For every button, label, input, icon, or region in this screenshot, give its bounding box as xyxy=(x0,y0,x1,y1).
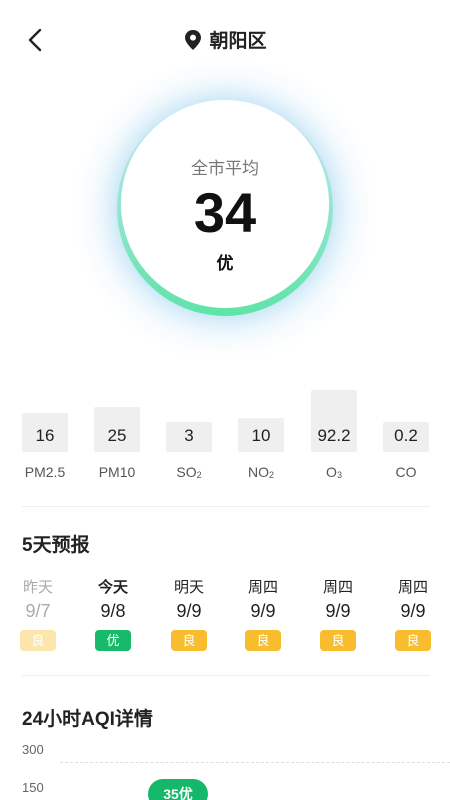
pollutant-value: 10 xyxy=(251,426,271,445)
pollutant-value: 0.2 xyxy=(394,426,418,445)
forecast-level-badge: 良 xyxy=(171,630,207,651)
forecast-day-name: 周四 xyxy=(397,579,428,596)
pollutant-name: SO2 xyxy=(176,464,202,480)
pollutant-value: 16 xyxy=(35,426,55,445)
pollutant-bar: 0.2 xyxy=(383,422,429,452)
pollutant-co: 0.2 CO xyxy=(383,380,431,490)
pollutant-name: CO xyxy=(395,464,417,480)
forecast-day-date: 9/8 xyxy=(100,601,126,621)
average-label: 全市平均 xyxy=(191,159,259,178)
hourly-title: 24小时AQI详情 xyxy=(22,709,153,730)
forecast-level-badge: 良 xyxy=(20,630,56,651)
forecast-list: 昨天 9/7 良 今天 9/8 优 明天 9/9 良 周四 9/9 良 周四 9… xyxy=(0,576,450,656)
grid-line xyxy=(60,762,450,763)
forecast-level-badge: 良 xyxy=(395,630,431,651)
average-value: 34 xyxy=(193,181,257,244)
location-title[interactable]: 朝阳区 xyxy=(0,26,450,53)
pollutant-bar: 10 xyxy=(238,417,284,452)
pollutant-o3: 92.2 O3 xyxy=(311,380,359,490)
forecast-day-date: 9/9 xyxy=(176,601,202,621)
y-tick-label: 300 xyxy=(22,742,44,757)
aqi-average-circle: 全市平均 34 优 xyxy=(121,100,329,308)
forecast-day-date: 9/9 xyxy=(250,601,276,621)
pollutant-bar: 3 xyxy=(166,422,212,452)
pollutant-value: 3 xyxy=(184,426,194,445)
forecast-day-name: 明天 xyxy=(173,579,204,596)
average-level: 优 xyxy=(216,254,234,273)
pollutant-name: PM10 xyxy=(98,464,136,480)
y-tick-label: 150 xyxy=(22,780,44,795)
forecast-day-name: 周四 xyxy=(247,579,278,596)
forecast-day-name: 昨天 xyxy=(22,579,53,596)
forecast-level-badge: 优 xyxy=(95,630,131,651)
forecast-day[interactable]: 明天 9/9 良 xyxy=(159,576,219,651)
forecast-day-date: 9/9 xyxy=(325,601,351,621)
pollutant-list: 16 PM2.5 25 PM10 3 SO2 10 NO2 92.2 O3 0.… xyxy=(0,380,450,490)
pollutant-so2: 3 SO2 xyxy=(166,380,214,490)
pollutant-value: 25 xyxy=(107,426,127,445)
divider xyxy=(22,506,430,507)
forecast-day-name: 今天 xyxy=(97,579,128,596)
forecast-day[interactable]: 周四 9/9 良 xyxy=(383,576,443,651)
forecast-day[interactable]: 今天 9/8 优 xyxy=(83,576,143,651)
pollutant-pm25: 16 PM2.5 xyxy=(22,380,70,490)
forecast-day-date: 9/9 xyxy=(400,601,426,621)
forecast-day-name: 周四 xyxy=(322,579,353,596)
divider xyxy=(22,675,430,676)
pollutant-name: O3 xyxy=(326,464,342,480)
pollutant-bar: 92.2 xyxy=(311,390,357,452)
pollutant-bar: 16 xyxy=(22,412,68,452)
map-pin-icon xyxy=(185,29,202,50)
page-title: 朝阳区 xyxy=(209,31,267,52)
forecast-day-date: 9/7 xyxy=(25,601,51,621)
forecast-day[interactable]: 周四 9/9 良 xyxy=(233,576,293,651)
pollutant-bar: 25 xyxy=(94,407,140,452)
forecast-level-badge: 良 xyxy=(320,630,356,651)
forecast-day[interactable]: 昨天 9/7 良 xyxy=(8,576,68,651)
forecast-title: 5天预报 xyxy=(22,535,90,556)
current-aqi-badge[interactable]: 35优 xyxy=(148,779,208,800)
forecast-level-badge: 良 xyxy=(245,630,281,651)
pollutant-name: PM2.5 xyxy=(24,464,66,480)
pollutant-no2: 10 NO2 xyxy=(238,380,286,490)
pollutant-value: 92.2 xyxy=(317,426,351,445)
forecast-day[interactable]: 周四 9/9 良 xyxy=(308,576,368,651)
pollutant-name: NO2 xyxy=(247,464,274,480)
pollutant-pm10: 25 PM10 xyxy=(94,380,142,490)
